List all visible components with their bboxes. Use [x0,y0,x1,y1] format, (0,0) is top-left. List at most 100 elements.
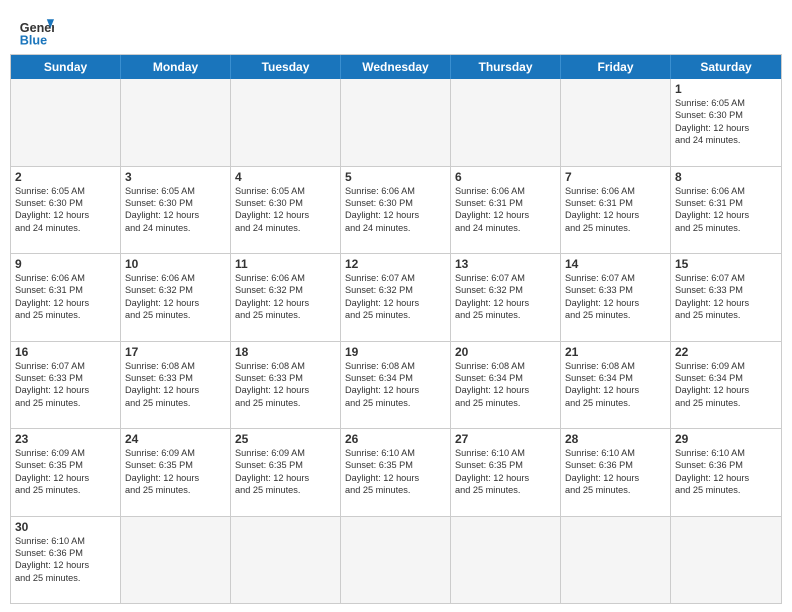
day-number: 18 [235,345,336,359]
day-info: Sunrise: 6:06 AM Sunset: 6:32 PM Dayligh… [125,272,226,322]
calendar-week-0: 1Sunrise: 6:05 AM Sunset: 6:30 PM Daylig… [11,79,781,166]
day-info: Sunrise: 6:07 AM Sunset: 6:32 PM Dayligh… [455,272,556,322]
calendar-week-5: 30Sunrise: 6:10 AM Sunset: 6:36 PM Dayli… [11,516,781,604]
calendar-cell [341,79,451,166]
day-info: Sunrise: 6:10 AM Sunset: 6:35 PM Dayligh… [345,447,446,497]
day-info: Sunrise: 6:09 AM Sunset: 6:35 PM Dayligh… [125,447,226,497]
calendar-cell: 2Sunrise: 6:05 AM Sunset: 6:30 PM Daylig… [11,167,121,254]
calendar-cell [451,79,561,166]
day-number: 19 [345,345,446,359]
day-number: 1 [675,82,777,96]
day-number: 4 [235,170,336,184]
calendar-week-4: 23Sunrise: 6:09 AM Sunset: 6:35 PM Dayli… [11,428,781,516]
svg-text:Blue: Blue [20,33,47,47]
day-of-week-friday: Friday [561,55,671,79]
calendar-cell: 4Sunrise: 6:05 AM Sunset: 6:30 PM Daylig… [231,167,341,254]
day-number: 21 [565,345,666,359]
logo: General Blue [18,12,54,48]
calendar-cell: 7Sunrise: 6:06 AM Sunset: 6:31 PM Daylig… [561,167,671,254]
day-info: Sunrise: 6:06 AM Sunset: 6:31 PM Dayligh… [15,272,116,322]
calendar-cell: 28Sunrise: 6:10 AM Sunset: 6:36 PM Dayli… [561,429,671,516]
calendar-cell [561,79,671,166]
calendar-cell: 19Sunrise: 6:08 AM Sunset: 6:34 PM Dayli… [341,342,451,429]
calendar-week-3: 16Sunrise: 6:07 AM Sunset: 6:33 PM Dayli… [11,341,781,429]
calendar-cell [231,79,341,166]
calendar-body: 1 Sunrise: 6:05 AM Sunset: 6:30 PM Daylig… [11,79,781,603]
calendar-cell: 20Sunrise: 6:08 AM Sunset: 6:34 PM Dayli… [451,342,561,429]
day-number: 28 [565,432,666,446]
day-info: Sunrise: 6:05 AM Sunset: 6:30 PM Dayligh… [15,185,116,235]
day-number: 7 [565,170,666,184]
day-of-week-wednesday: Wednesday [341,55,451,79]
calendar-cell: 15Sunrise: 6:07 AM Sunset: 6:33 PM Dayli… [671,254,781,341]
calendar-cell [671,517,781,604]
calendar-cell: 26Sunrise: 6:10 AM Sunset: 6:35 PM Dayli… [341,429,451,516]
calendar-cell: 1Sunrise: 6:05 AM Sunset: 6:30 PM Daylig… [671,79,781,166]
day-of-week-monday: Monday [121,55,231,79]
calendar-cell: 21Sunrise: 6:08 AM Sunset: 6:34 PM Dayli… [561,342,671,429]
day-info: Sunrise: 6:07 AM Sunset: 6:33 PM Dayligh… [15,360,116,410]
calendar-cell: 22Sunrise: 6:09 AM Sunset: 6:34 PM Dayli… [671,342,781,429]
calendar-week-1: 2Sunrise: 6:05 AM Sunset: 6:30 PM Daylig… [11,166,781,254]
calendar-cell [11,79,121,166]
day-number: 16 [15,345,116,359]
day-number: 26 [345,432,446,446]
day-number: 29 [675,432,777,446]
calendar-cell: 18Sunrise: 6:08 AM Sunset: 6:33 PM Dayli… [231,342,341,429]
day-number: 10 [125,257,226,271]
day-number: 9 [15,257,116,271]
day-info: Sunrise: 6:07 AM Sunset: 6:33 PM Dayligh… [565,272,666,322]
day-number: 30 [15,520,116,534]
day-number: 27 [455,432,556,446]
calendar-cell: 24Sunrise: 6:09 AM Sunset: 6:35 PM Dayli… [121,429,231,516]
day-info: Sunrise: 6:08 AM Sunset: 6:33 PM Dayligh… [125,360,226,410]
day-info: Sunrise: 6:06 AM Sunset: 6:31 PM Dayligh… [565,185,666,235]
day-number: 8 [675,170,777,184]
day-info: Sunrise: 6:08 AM Sunset: 6:34 PM Dayligh… [565,360,666,410]
day-of-week-thursday: Thursday [451,55,561,79]
day-info: Sunrise: 6:07 AM Sunset: 6:32 PM Dayligh… [345,272,446,322]
logo-icon: General Blue [18,12,54,48]
day-info: Sunrise: 6:09 AM Sunset: 6:35 PM Dayligh… [235,447,336,497]
calendar-cell: 30Sunrise: 6:10 AM Sunset: 6:36 PM Dayli… [11,517,121,604]
day-info: Sunrise: 6:06 AM Sunset: 6:32 PM Dayligh… [235,272,336,322]
calendar-cell [341,517,451,604]
day-number: 15 [675,257,777,271]
calendar-cell: 23Sunrise: 6:09 AM Sunset: 6:35 PM Dayli… [11,429,121,516]
calendar-cell: 13Sunrise: 6:07 AM Sunset: 6:32 PM Dayli… [451,254,561,341]
calendar-cell: 12Sunrise: 6:07 AM Sunset: 6:32 PM Dayli… [341,254,451,341]
header: General Blue [0,0,792,54]
calendar-cell [451,517,561,604]
calendar-cell: 17Sunrise: 6:08 AM Sunset: 6:33 PM Dayli… [121,342,231,429]
day-info: Sunrise: 6:05 AM Sunset: 6:30 PM Dayligh… [235,185,336,235]
day-number: 23 [15,432,116,446]
day-number: 2 [15,170,116,184]
calendar-cell: 16Sunrise: 6:07 AM Sunset: 6:33 PM Dayli… [11,342,121,429]
calendar-cell [121,517,231,604]
day-info: Sunrise: 6:05 AM Sunset: 6:30 PM Dayligh… [125,185,226,235]
day-info: Sunrise: 6:10 AM Sunset: 6:36 PM Dayligh… [675,447,777,497]
day-info: Sunrise: 6:08 AM Sunset: 6:34 PM Dayligh… [345,360,446,410]
calendar-header: SundayMondayTuesdayWednesdayThursdayFrid… [11,55,781,79]
calendar-cell [231,517,341,604]
calendar: SundayMondayTuesdayWednesdayThursdayFrid… [10,54,782,604]
day-info: Sunrise: 6:09 AM Sunset: 6:35 PM Dayligh… [15,447,116,497]
day-of-week-tuesday: Tuesday [231,55,341,79]
day-number: 3 [125,170,226,184]
calendar-cell: 6Sunrise: 6:06 AM Sunset: 6:31 PM Daylig… [451,167,561,254]
day-info: Sunrise: 6:06 AM Sunset: 6:31 PM Dayligh… [675,185,777,235]
day-info: Sunrise: 6:10 AM Sunset: 6:36 PM Dayligh… [565,447,666,497]
calendar-cell: 9Sunrise: 6:06 AM Sunset: 6:31 PM Daylig… [11,254,121,341]
calendar-cell: 8Sunrise: 6:06 AM Sunset: 6:31 PM Daylig… [671,167,781,254]
calendar-cell: 29Sunrise: 6:10 AM Sunset: 6:36 PM Dayli… [671,429,781,516]
calendar-cell: 5Sunrise: 6:06 AM Sunset: 6:30 PM Daylig… [341,167,451,254]
day-of-week-saturday: Saturday [671,55,781,79]
calendar-cell: 14Sunrise: 6:07 AM Sunset: 6:33 PM Dayli… [561,254,671,341]
day-number: 11 [235,257,336,271]
day-number: 20 [455,345,556,359]
day-number: 13 [455,257,556,271]
day-of-week-sunday: Sunday [11,55,121,79]
day-info: Sunrise: 6:09 AM Sunset: 6:34 PM Dayligh… [675,360,777,410]
calendar-week-2: 9Sunrise: 6:06 AM Sunset: 6:31 PM Daylig… [11,253,781,341]
calendar-cell: 10Sunrise: 6:06 AM Sunset: 6:32 PM Dayli… [121,254,231,341]
